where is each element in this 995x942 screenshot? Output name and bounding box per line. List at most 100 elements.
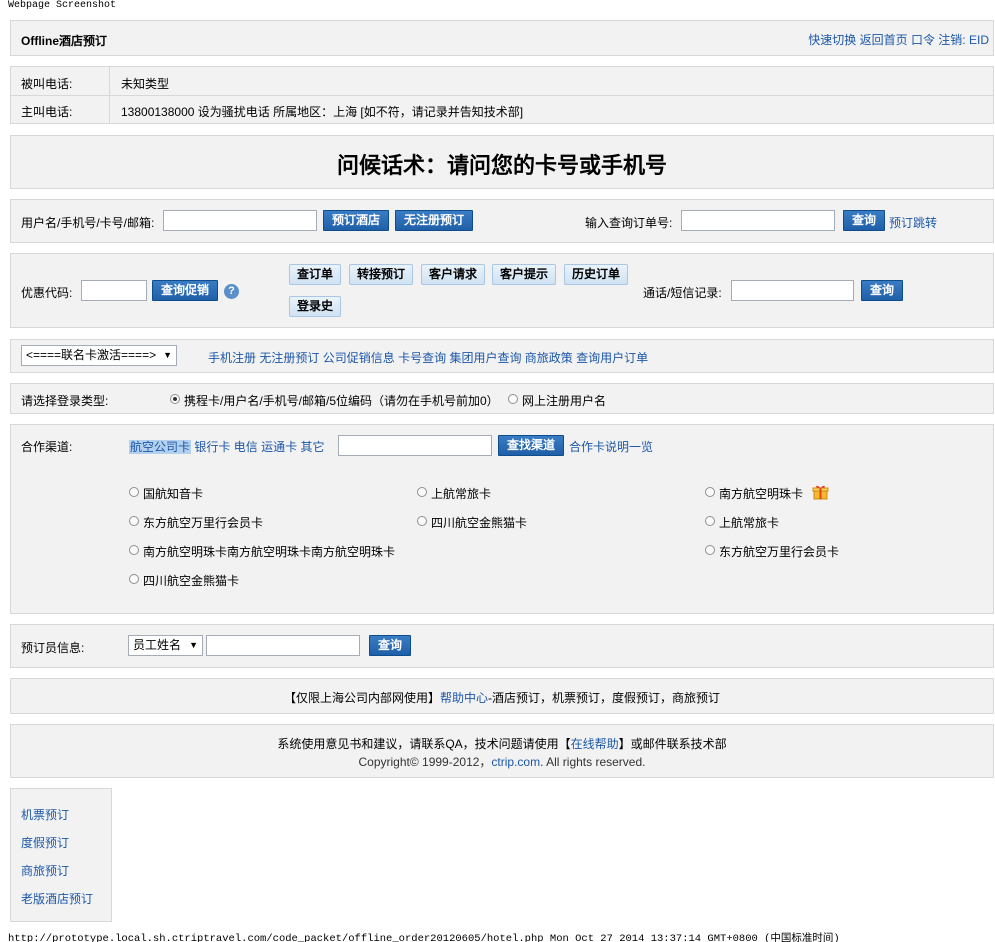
card-label: 四川航空金熊猫卡 bbox=[143, 574, 240, 588]
notice-prefix: 【仅限上海公司内部网使用】 bbox=[283, 691, 440, 705]
user-search-input[interactable] bbox=[163, 210, 317, 231]
caller-label: 主叫电话: bbox=[21, 105, 73, 119]
notice-panel: 【仅限上海公司内部网使用】帮助中心-酒店预订，机票预订，度假预订，商旅预订 bbox=[10, 678, 994, 714]
order-number-input[interactable] bbox=[681, 210, 835, 231]
card-label: 四川航空金熊猫卡 bbox=[431, 516, 528, 530]
channel-label: 合作渠道: bbox=[21, 440, 73, 454]
customer-request-button[interactable]: 客户请求 bbox=[421, 264, 486, 285]
greeting-panel: 问候话术：请问您的卡号或手机号 bbox=[10, 135, 994, 189]
card-radio[interactable] bbox=[129, 545, 139, 555]
search-panel: 用户名/手机号/卡号/邮箱: 预订酒店 无注册预订 输入查询订单号: 查询 预订… bbox=[10, 199, 994, 243]
help-icon[interactable]: ? bbox=[224, 284, 239, 299]
card-radio[interactable] bbox=[705, 516, 715, 526]
card-label: 南方航空明珠卡 bbox=[719, 487, 804, 501]
login-type-online-label: 网上注册用户名 bbox=[522, 394, 607, 408]
group-user-query-link[interactable]: 集团用户查询 bbox=[449, 351, 521, 365]
channel-panel: 合作渠道: 航空公司卡 银行卡 电信 运通卡 其它 查找渠道 合作卡说明一览 国… bbox=[10, 424, 994, 614]
transfer-booking-button[interactable]: 转接预订 bbox=[349, 264, 414, 285]
order-query-button[interactable]: 查询 bbox=[843, 210, 886, 231]
login-type-label: 请选择登录类型: bbox=[21, 394, 109, 408]
tab-airline-card[interactable]: 航空公司卡 bbox=[129, 440, 192, 454]
called-value: 未知类型 bbox=[121, 77, 170, 91]
channel-search-input[interactable] bbox=[338, 435, 492, 456]
channel-tabs: 航空公司卡 银行卡 电信 运通卡 其它 bbox=[129, 438, 324, 455]
divider bbox=[109, 67, 110, 123]
logout-link[interactable]: 注销: bbox=[938, 33, 965, 47]
card-query-link[interactable]: 卡号查询 bbox=[398, 351, 446, 365]
eid-link[interactable]: EID bbox=[969, 33, 989, 47]
agent-name-input[interactable] bbox=[206, 635, 360, 656]
footer-text: 】或邮件联系技术部 bbox=[618, 737, 727, 751]
tab-other[interactable]: 其它 bbox=[300, 440, 324, 454]
card-radio[interactable] bbox=[705, 487, 715, 497]
card-radio[interactable] bbox=[417, 516, 427, 526]
card-radio[interactable] bbox=[417, 487, 427, 497]
find-channel-button[interactable]: 查找渠道 bbox=[498, 435, 565, 456]
member-links: 手机注册 无注册预订 公司促销信息 卡号查询 集团用户查询 商旅政策 查询用户订… bbox=[208, 349, 648, 366]
old-hotel-booking-link[interactable]: 老版酒店预订 bbox=[21, 890, 93, 907]
login-history-button[interactable]: 登录史 bbox=[289, 296, 342, 317]
mobile-register-link[interactable]: 手机注册 bbox=[208, 351, 256, 365]
query-promo-button[interactable]: 查询促销 bbox=[152, 280, 219, 301]
flight-booking-link[interactable]: 机票预订 bbox=[21, 806, 69, 823]
chevron-down-icon: ▼ bbox=[163, 350, 172, 360]
tab-telecom[interactable]: 电信 bbox=[234, 440, 258, 454]
history-order-button[interactable]: 历史订单 bbox=[564, 264, 629, 285]
agent-query-button[interactable]: 查询 bbox=[369, 635, 412, 656]
agent-info-label: 预订员信息: bbox=[21, 641, 85, 655]
login-type-online-radio[interactable] bbox=[508, 394, 518, 404]
unregistered-booking-link[interactable]: 无注册预订 bbox=[259, 351, 319, 365]
login-type-card-label: 携程卡/用户名/手机号/邮箱/5位编码（请勿在手机号前加0） bbox=[184, 394, 499, 408]
card-label: 上航常旅卡 bbox=[719, 516, 780, 530]
side-links-panel: 机票预订 度假预订 商旅预订 老版酒店预订 bbox=[10, 788, 112, 922]
booking-jump-link[interactable]: 预订跳转 bbox=[889, 214, 937, 231]
vacation-booking-link[interactable]: 度假预订 bbox=[21, 834, 69, 851]
agent-field-select-value: 员工姓名 bbox=[133, 638, 182, 652]
notice-suffix: -酒店预订，机票预订，度假预订，商旅预订 bbox=[488, 691, 721, 705]
tab-amex-card[interactable]: 运通卡 bbox=[261, 440, 297, 454]
member-panel: <====联名卡激活====> ▼ 手机注册 无注册预订 公司促销信息 卡号查询… bbox=[10, 339, 994, 373]
company-promo-link[interactable]: 公司促销信息 bbox=[323, 351, 395, 365]
copyright-text: . All rights reserved. bbox=[540, 755, 646, 769]
divider bbox=[11, 95, 993, 96]
help-center-link[interactable]: 帮助中心 bbox=[440, 691, 488, 705]
footer-text: 系统使用意见书和建议，请联系QA，技术问题请使用【 bbox=[277, 737, 571, 751]
promo-code-input[interactable] bbox=[81, 280, 147, 301]
agent-field-select[interactable]: 员工姓名 ▼ bbox=[128, 635, 203, 656]
call-record-input[interactable] bbox=[731, 280, 854, 301]
unregistered-book-button[interactable]: 无注册预订 bbox=[395, 210, 474, 231]
header-links: 快速切换 返回首页 口令 注销: EID bbox=[808, 31, 989, 48]
call-info-panel: 被叫电话: 未知类型 主叫电话: 13800138000 设为骚扰电话 所属地区… bbox=[10, 66, 994, 124]
promo-code-label: 优惠代码: bbox=[21, 286, 73, 300]
card-radio[interactable] bbox=[705, 545, 715, 555]
password-link[interactable]: 口令 bbox=[911, 33, 935, 47]
card-label: 南方航空明珠卡南方航空明珠卡南方航空明珠卡 bbox=[143, 545, 396, 559]
home-link[interactable]: 返回首页 bbox=[860, 33, 908, 47]
order-number-label: 输入查询订单号: bbox=[585, 216, 673, 230]
ctrip-link[interactable]: ctrip.com bbox=[491, 755, 540, 769]
quick-switch-link[interactable]: 快速切换 bbox=[808, 33, 856, 47]
member-card-select-value: <====联名卡激活====> bbox=[26, 348, 157, 362]
call-record-label: 通话/短信记录: bbox=[643, 286, 722, 300]
greeting-text: 问候话术：请问您的卡号或手机号 bbox=[336, 154, 667, 179]
online-help-link[interactable]: 在线帮助 bbox=[571, 737, 619, 751]
book-hotel-button[interactable]: 预订酒店 bbox=[323, 210, 390, 231]
login-type-card-radio[interactable] bbox=[170, 394, 180, 404]
business-policy-link[interactable]: 商旅政策 bbox=[525, 351, 573, 365]
call-record-query-button[interactable]: 查询 bbox=[861, 280, 904, 301]
query-order-button[interactable]: 查订单 bbox=[289, 264, 342, 285]
page-title: Offline酒店预订 bbox=[21, 34, 107, 48]
promo-panel: 优惠代码: 查询促销 ? 查订单 转接预订 客户请求 客户提示 历史订单 登录史… bbox=[10, 253, 994, 328]
card-radio[interactable] bbox=[129, 516, 139, 526]
business-booking-link[interactable]: 商旅预订 bbox=[21, 862, 69, 879]
user-order-query-link[interactable]: 查询用户订单 bbox=[576, 351, 648, 365]
tab-bank-card[interactable]: 银行卡 bbox=[194, 440, 230, 454]
card-explain-link[interactable]: 合作卡说明一览 bbox=[569, 438, 653, 455]
card-label: 东方航空万里行会员卡 bbox=[143, 516, 264, 530]
card-radio[interactable] bbox=[129, 574, 139, 584]
copyright: Copyright© 1999-2012，ctrip.com. All righ… bbox=[11, 753, 993, 770]
card-radio[interactable] bbox=[129, 487, 139, 497]
member-card-select[interactable]: <====联名卡激活====> ▼ bbox=[21, 345, 177, 366]
card-label: 国航知音卡 bbox=[143, 487, 204, 501]
customer-tip-button[interactable]: 客户提示 bbox=[492, 264, 557, 285]
